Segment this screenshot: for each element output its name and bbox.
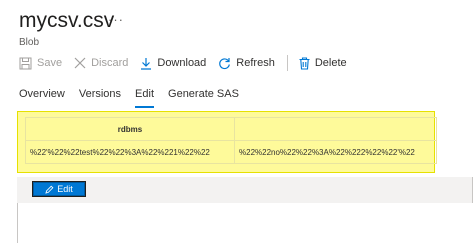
- tab-versions[interactable]: Versions: [79, 88, 121, 108]
- page-subtitle: Blob: [19, 37, 40, 48]
- refresh-icon: [219, 57, 231, 69]
- tab-overview[interactable]: Overview: [19, 88, 65, 108]
- page-title: mycsv.csv: [19, 9, 115, 32]
- download-icon: [141, 57, 152, 70]
- save-button[interactable]: Save: [19, 57, 62, 70]
- column-header[interactable]: [234, 117, 437, 141]
- close-icon: [74, 57, 86, 69]
- grid-header-row: rdbms: [25, 117, 437, 141]
- edit-button[interactable]: Edit: [32, 181, 86, 197]
- download-label: Download: [157, 57, 207, 69]
- divider: [17, 203, 18, 243]
- toolbar-divider: [286, 55, 288, 71]
- grid-cell[interactable]: %22'%22%22test%22%22%3A%22%221%22%22: [25, 140, 235, 164]
- grid-cell[interactable]: %22%22no%22%22%3A%22%222%22%22'%22: [234, 140, 437, 164]
- delete-label: Delete: [314, 57, 347, 69]
- refresh-button[interactable]: Refresh: [218, 57, 275, 70]
- csv-grid: rdbms %22'%22%22test%22%22%3A%22%221%22%…: [25, 117, 437, 164]
- tab-edit[interactable]: Edit: [135, 88, 155, 108]
- more-options-icon[interactable]: ···: [108, 12, 124, 27]
- delete-button[interactable]: Delete: [299, 56, 347, 70]
- edit-button-label: Edit: [57, 184, 73, 194]
- discard-label: Discard: [91, 57, 129, 69]
- discard-button[interactable]: Discard: [74, 57, 128, 69]
- table-row: %22'%22%22test%22%22%3A%22%221%22%22 %22…: [25, 140, 437, 164]
- tab-generate-sas[interactable]: Generate SAS: [168, 88, 239, 108]
- save-icon: [19, 57, 32, 69]
- command-bar: Save Discard Download Refresh Delete: [19, 54, 359, 72]
- tab-bar: Overview Versions Edit Generate SAS: [19, 88, 253, 108]
- download-button[interactable]: Download: [140, 57, 206, 70]
- save-label: Save: [37, 57, 63, 69]
- refresh-label: Refresh: [236, 57, 275, 69]
- pencil-icon: [45, 185, 54, 194]
- trash-icon: [299, 56, 310, 70]
- edit-footer: [17, 177, 473, 203]
- column-header[interactable]: rdbms: [25, 117, 235, 141]
